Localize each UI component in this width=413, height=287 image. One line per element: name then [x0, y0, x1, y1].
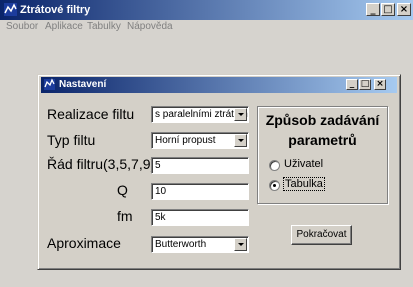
typ-select[interactable]: Horní propust [151, 132, 249, 149]
group-title-line1: Způsob zadávání [265, 112, 380, 128]
chevron-down-icon[interactable] [234, 108, 247, 121]
dialog-maximize-button[interactable]: □ [359, 79, 371, 90]
radio-tabulka-text: Tabulka [283, 177, 325, 191]
minimize-button[interactable]: _ [366, 3, 380, 16]
label-rad: Řád filtru(3,5,7,9) [47, 156, 156, 172]
label-typ: Typ filtu [47, 132, 96, 148]
group-title: Způsob zadávání parametrů [259, 110, 386, 150]
label-fm: fm [117, 208, 133, 224]
menu-bar: Soubor Aplikace Tabulky Nápověda [0, 20, 413, 38]
dialog-app-icon [44, 78, 55, 90]
app-icon [4, 3, 17, 16]
label-q: Q [117, 182, 128, 198]
window-title: Ztrátové filtry [20, 4, 91, 16]
menu-tabulky[interactable]: Tabulky [87, 21, 121, 32]
typ-value: Horní propust [155, 135, 216, 146]
radio-uzivatel-label[interactable]: Uživatel [284, 158, 323, 170]
label-aproximace: Aproximace [47, 235, 121, 251]
chevron-down-icon[interactable] [234, 238, 247, 251]
menu-aplikace[interactable]: Aplikace [45, 21, 83, 32]
fm-input[interactable]: 5k [151, 209, 249, 226]
group-title-line2: parametrů [288, 132, 357, 148]
menu-napoveda[interactable]: Nápověda [127, 21, 173, 32]
label-realizace: Realizace filtu [47, 106, 135, 122]
aproximace-select[interactable]: Butterworth [151, 236, 249, 253]
radio-tabulka[interactable] [269, 180, 280, 191]
radio-tabulka-label[interactable]: Tabulka [283, 177, 325, 191]
close-button[interactable]: × [397, 3, 411, 16]
dialog-close-button[interactable]: × [374, 79, 386, 90]
main-title-bar: Ztrátové filtry _ □ × [0, 0, 413, 20]
rad-input[interactable]: 5 [151, 157, 249, 174]
dialog-title-bar: Nastavení _ □ × [41, 77, 397, 93]
dialog-title: Nastavení [59, 79, 107, 90]
dialog-minimize-button[interactable]: _ [346, 79, 358, 90]
continue-button[interactable]: Pokračovat [291, 225, 352, 245]
q-input[interactable]: 10 [151, 183, 249, 200]
chevron-down-icon[interactable] [234, 134, 247, 147]
aproximace-value: Butterworth [155, 239, 207, 250]
realizace-select[interactable]: s paralelními ztrátami [151, 106, 249, 123]
radio-uzivatel[interactable] [269, 160, 280, 171]
maximize-button[interactable]: □ [381, 3, 395, 16]
menu-soubor[interactable]: Soubor [6, 21, 38, 32]
